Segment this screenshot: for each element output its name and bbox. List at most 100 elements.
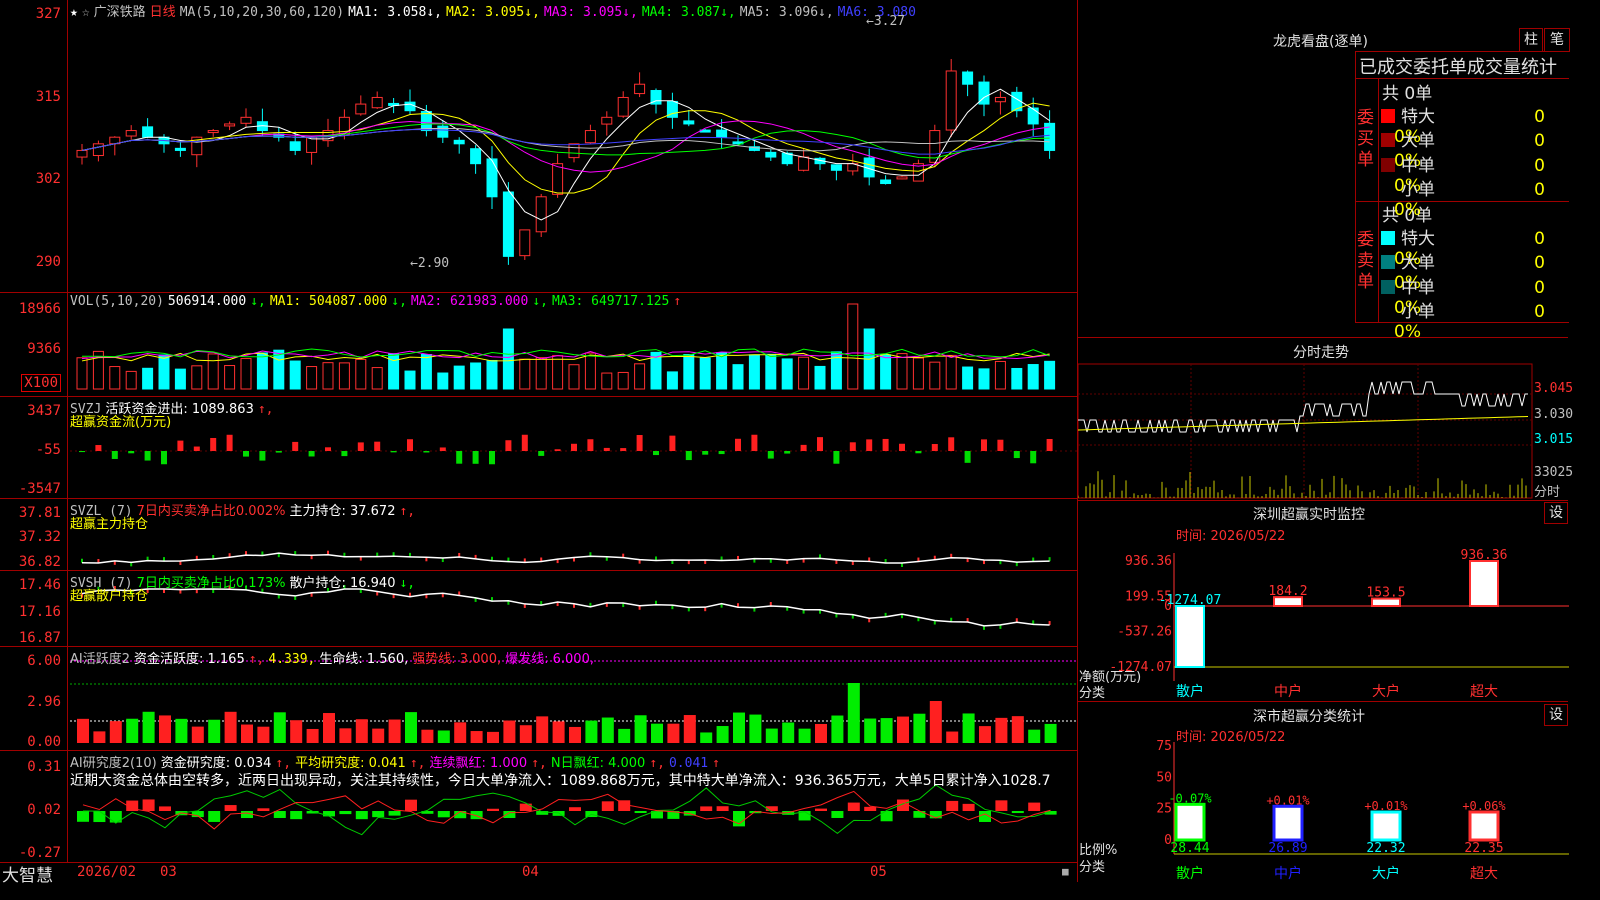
- volume-bar: [847, 303, 859, 390]
- ma-line: [81, 102, 1050, 194]
- monitor-value: 153.5: [1366, 586, 1405, 601]
- price-panel[interactable]: 327 315 302 290 ★ ☆ 广深铁路 日线 MA(5,10,20,30,60…: [0, 0, 1077, 293]
- flow-bar: [439, 447, 446, 451]
- bar-mode-button[interactable]: 柱: [1519, 28, 1543, 52]
- svzl-sublabel: 超赢主力持仓: [70, 517, 149, 532]
- lhb-tabs[interactable]: 已成交委托单成交量统计: [1359, 53, 1557, 79]
- activity-bar: [847, 683, 860, 743]
- intraday-price: 3.015: [1534, 432, 1574, 447]
- research-bar: [355, 811, 368, 820]
- ma-value: MA2: 3.095↓,: [445, 5, 540, 20]
- activity-bar: [946, 731, 959, 743]
- monitor-bar-chart[interactable]: 936.36199.550-537.26-1274.07-1274.07散户18…: [1078, 501, 1569, 702]
- flow-bar: [210, 437, 217, 451]
- flow-bar: [1030, 451, 1037, 464]
- order-count: 0: [1534, 277, 1545, 298]
- candle-body: [470, 148, 482, 165]
- research-bar: [815, 808, 827, 811]
- flow-bar: [571, 443, 577, 451]
- volume-bar: [207, 353, 219, 390]
- back-icon[interactable]: ☆: [82, 5, 90, 20]
- candle-body: [535, 196, 547, 233]
- classify-bar: [1468, 810, 1500, 842]
- volume-panel[interactable]: 18966 9366 X100 VOL(5,10,20) 506914.000 ↓,…: [0, 293, 1077, 397]
- volume-bar: [355, 358, 367, 390]
- ai-research-panel[interactable]: 0.31 0.02 -0.27 AI研究度2(10) 资金研究度: 0.034 ↑,…: [0, 751, 1077, 863]
- volume-bar: [748, 354, 760, 390]
- svzj-panel[interactable]: 3437 -55 -3547 SVZJ 活跃资金进出: 1089.863 ↑, 超赢…: [0, 397, 1077, 499]
- volume-bar: [470, 362, 482, 390]
- order-size-name: 小单: [1401, 302, 1435, 323]
- activity-bar: [77, 718, 89, 743]
- volume-bar: [552, 355, 564, 390]
- order-count: 0: [1534, 302, 1545, 323]
- order-count: 0: [1534, 180, 1545, 201]
- ai-activity-panel[interactable]: 6.00 2.96 0.00 AI活跃度2 资金活跃度: 1.165 ↑, 4.339…: [0, 647, 1077, 751]
- research-bar: [273, 811, 286, 818]
- intraday-price: 3.030: [1534, 407, 1574, 422]
- volume-bar: [486, 359, 498, 390]
- legend-swatch: [1381, 231, 1395, 245]
- activity-bar: [618, 728, 631, 743]
- period-label[interactable]: 日线: [150, 5, 176, 20]
- research-bar: [159, 806, 171, 811]
- activity-bar: [1011, 716, 1024, 743]
- candle-body: [683, 120, 695, 125]
- flow-bar: [161, 451, 167, 465]
- flow-bar: [833, 451, 840, 464]
- classify-panel[interactable]: 深市超赢分类统计 设 时间: 2026/05/22 75 50 25 0 -0.07% 2…: [1077, 702, 1569, 882]
- avg-line: [1078, 416, 1529, 431]
- volume-bar: [1044, 360, 1056, 390]
- research-bar: [831, 811, 844, 818]
- candle-body: [617, 96, 629, 117]
- activity-bar: [487, 731, 499, 743]
- candle-body: [486, 158, 498, 198]
- legend-swatch: [1381, 133, 1395, 148]
- lock-icon[interactable]: ■: [1062, 865, 1069, 878]
- star-icon[interactable]: ★: [70, 5, 78, 20]
- flow-bar: [177, 440, 184, 451]
- low-label: ←2.90: [410, 256, 450, 271]
- buy-side-label: 委买单: [1357, 108, 1374, 170]
- svzl-panel[interactable]: 37.81 37.32 36.82 SVZL (7) 7日内买卖净占比0.002%…: [0, 499, 1077, 571]
- legend-swatch: [1381, 279, 1395, 294]
- classify-value: 22.32: [1366, 841, 1405, 856]
- flow-bar: [128, 451, 135, 454]
- legend-swatch: [1381, 255, 1395, 270]
- activity-bar: [929, 701, 942, 743]
- order-size-row: 中单 00%: [1381, 273, 1568, 318]
- research-bar: [339, 811, 352, 815]
- svsh-panel[interactable]: 17.46 17.16 16.87 SVSH (7) 7日内买卖净占比0.173%…: [0, 571, 1077, 647]
- flow-bar: [866, 439, 873, 451]
- ma-value: MA4: 3.087↓,: [641, 5, 736, 20]
- activity-bar: [831, 715, 844, 743]
- candle-body: [945, 70, 957, 131]
- candle-body: [716, 129, 728, 138]
- activity-bar: [93, 731, 106, 743]
- flow-bar: [702, 451, 709, 455]
- activity-bar: [864, 718, 877, 743]
- research-bar: [257, 808, 270, 811]
- research-bar: [1028, 802, 1041, 811]
- intraday-chart[interactable]: [1078, 338, 1569, 501]
- activity-bar: [175, 718, 188, 743]
- classify-change: -0.07%: [1168, 791, 1212, 805]
- monitor-bar: [1469, 560, 1499, 607]
- activity-bar: [339, 728, 352, 743]
- ai-research-header: AI研究度2(10) 资金研究度: 0.034 ↑, 平均研究度: 0.041 ↑, 连续…: [70, 756, 720, 771]
- activity-bar: [651, 723, 663, 743]
- activity-bar: [142, 711, 155, 743]
- flow-bar: [341, 451, 348, 457]
- candlestick-chart[interactable]: [0, 0, 1077, 293]
- activity-bar: [880, 718, 893, 743]
- classify-bar-chart[interactable]: 7550250-0.07%28.44散户+0.01%26.89中户+0.01%2…: [1078, 702, 1569, 882]
- classify-bar: [1370, 810, 1402, 842]
- ma-value: MA5: 3.096↓,: [739, 5, 834, 20]
- activity-bar: [405, 712, 417, 743]
- volume-bar: [142, 367, 154, 390]
- volume-bar: [125, 370, 137, 390]
- intraday-panel[interactable]: 分时走势 3.045 3.030 3.015 33025 分时: [1077, 338, 1573, 501]
- monitor-panel[interactable]: 深圳超赢实时监控 设 时间: 2026/05/22 936.36 199.55 0-…: [1077, 501, 1569, 702]
- tick-mode-button[interactable]: 笔: [1544, 28, 1570, 52]
- candle-body: [798, 156, 810, 171]
